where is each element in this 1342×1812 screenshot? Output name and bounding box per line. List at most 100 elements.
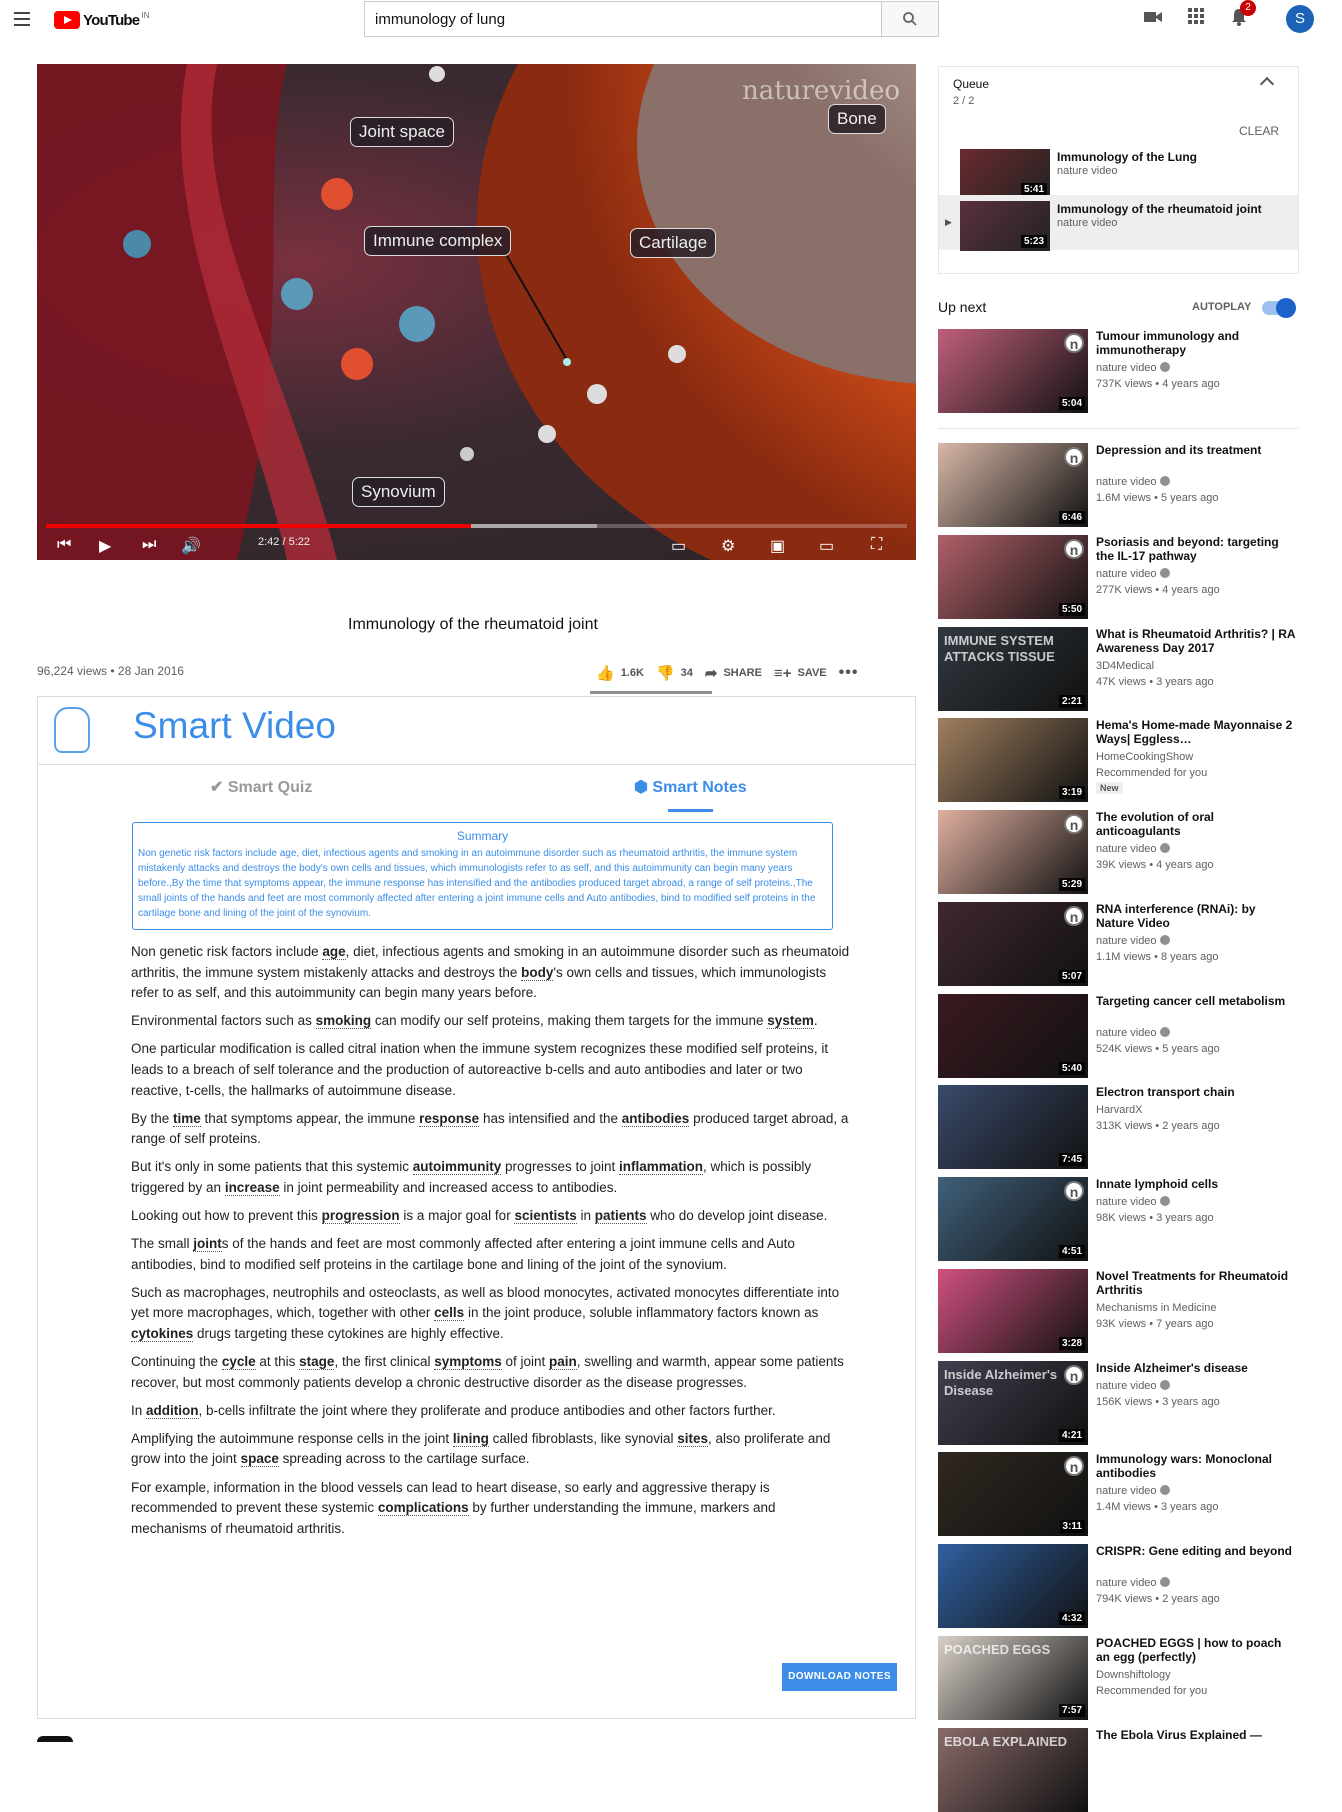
- note-keyword[interactable]: joint: [193, 1236, 222, 1253]
- recommended-video[interactable]: 3:28 Novel Treatments for Rheumatoid Arth…: [938, 1269, 1299, 1353]
- channel-avatar[interactable]: [37, 1736, 73, 1742]
- video-thumbnail[interactable]: Inside Alzheimer's Disease n 4:21: [938, 1361, 1088, 1445]
- recommended-video[interactable]: n 5:29 The evolution of oral anticoagulant…: [938, 810, 1299, 894]
- recommended-video[interactable]: n 5:50 Psoriasis and beyond: targeting the…: [938, 535, 1299, 619]
- note-keyword[interactable]: space: [240, 1451, 279, 1468]
- youtube-logo[interactable]: YouTube IN: [54, 10, 149, 30]
- recommended-video[interactable]: IMMUNE SYSTEM ATTACKS TISSUE 2:21 What is …: [938, 627, 1299, 711]
- video-thumbnail[interactable]: n 6:46: [938, 443, 1088, 527]
- volume-icon[interactable]: 🔊: [181, 536, 201, 556]
- note-keyword[interactable]: cells: [434, 1305, 465, 1322]
- channel-name[interactable]: HomeCookingShow: [1096, 751, 1193, 763]
- more-actions-button[interactable]: •••: [839, 664, 859, 682]
- channel-name[interactable]: Downshiftology: [1096, 1669, 1171, 1681]
- note-keyword[interactable]: inflammation: [619, 1159, 704, 1176]
- theater-mode-icon[interactable]: ▭: [819, 536, 834, 556]
- video-thumbnail[interactable]: n 5:29: [938, 810, 1088, 894]
- apps-grid-icon[interactable]: [1185, 8, 1207, 30]
- video-thumbnail[interactable]: n 5:04: [938, 329, 1088, 413]
- video-title[interactable]: The Ebola Virus Explained —: [1096, 1728, 1296, 1742]
- video-thumbnail[interactable]: 5:40: [938, 994, 1088, 1078]
- recommended-video[interactable]: EBOLA EXPLAINED The Ebola Virus Explained…: [938, 1728, 1299, 1812]
- note-keyword[interactable]: progression: [321, 1208, 400, 1225]
- video-title[interactable]: The evolution of oral anticoagulants: [1096, 810, 1296, 838]
- video-title[interactable]: POACHED EGGS | how to poach an egg (perf…: [1096, 1636, 1296, 1664]
- video-thumbnail[interactable]: n 3:11: [938, 1452, 1088, 1536]
- queue-item[interactable]: 5:41 Immunology of the Lung nature video: [939, 143, 1298, 199]
- note-keyword[interactable]: patients: [594, 1208, 647, 1225]
- video-title[interactable]: Depression and its treatment: [1096, 443, 1296, 457]
- video-thumbnail[interactable]: 4:32: [938, 1544, 1088, 1628]
- recommended-video[interactable]: 4:32 CRISPR: Gene editing and beyond natur…: [938, 1544, 1299, 1628]
- note-keyword[interactable]: complications: [377, 1500, 469, 1517]
- recommended-video[interactable]: n 3:11 Immunology wars: Monoclonal antibod…: [938, 1452, 1299, 1536]
- video-thumbnail[interactable]: n 5:07: [938, 902, 1088, 986]
- video-title[interactable]: Psoriasis and beyond: targeting the IL-1…: [1096, 535, 1296, 563]
- note-keyword[interactable]: time: [173, 1110, 201, 1127]
- play-icon[interactable]: ▶: [99, 536, 111, 556]
- channel-name[interactable]: nature video: [1096, 568, 1170, 580]
- video-title[interactable]: Hema's Home-made Mayonnaise 2 Ways| Eggl…: [1096, 718, 1296, 746]
- video-title[interactable]: Tumour immunology and immunotherapy: [1096, 329, 1296, 357]
- account-avatar[interactable]: S: [1286, 5, 1314, 33]
- video-title[interactable]: Electron transport chain: [1096, 1085, 1296, 1099]
- note-keyword[interactable]: addition: [146, 1402, 199, 1419]
- channel-name[interactable]: nature video: [1096, 843, 1170, 855]
- video-title[interactable]: CRISPR: Gene editing and beyond: [1096, 1544, 1296, 1558]
- queue-item[interactable]: ▶ 5:23 Immunology of the rheumatoid joint n…: [939, 195, 1298, 251]
- video-title[interactable]: What is Rheumatoid Arthritis? | RA Aware…: [1096, 627, 1296, 655]
- download-notes-button[interactable]: DOWNLOAD NOTES: [782, 1663, 897, 1691]
- settings-gear-icon[interactable]: ⚙: [721, 536, 735, 556]
- note-keyword[interactable]: stage: [299, 1354, 335, 1371]
- recommended-video[interactable]: 3:19 Hema's Home-made Mayonnaise 2 Ways| …: [938, 718, 1299, 802]
- fullscreen-icon[interactable]: ⛶: [871, 536, 882, 554]
- video-thumbnail[interactable]: 3:19: [938, 718, 1088, 802]
- video-thumbnail[interactable]: 7:45: [938, 1085, 1088, 1169]
- note-keyword[interactable]: lining: [452, 1430, 489, 1447]
- note-keyword[interactable]: cytokines: [131, 1326, 194, 1342]
- channel-name[interactable]: nature video: [1096, 1027, 1170, 1039]
- video-title[interactable]: Targeting cancer cell metabolism: [1096, 994, 1296, 1008]
- note-keyword[interactable]: antibodies: [621, 1110, 690, 1127]
- recommended-video[interactable]: Inside Alzheimer's Disease n 4:21 Inside Al…: [938, 1361, 1299, 1445]
- video-thumbnail[interactable]: POACHED EGGS 7:57: [938, 1636, 1088, 1720]
- video-title[interactable]: RNA interference (RNAi): by Nature Video: [1096, 902, 1296, 930]
- channel-name[interactable]: Mechanisms in Medicine: [1096, 1302, 1216, 1314]
- search-input[interactable]: immunology of lung: [364, 1, 882, 37]
- channel-name[interactable]: nature video: [1096, 935, 1170, 947]
- channel-name[interactable]: HarvardX: [1096, 1104, 1142, 1116]
- channel-name[interactable]: nature video: [1096, 1577, 1170, 1589]
- recommended-video[interactable]: POACHED EGGS 7:57 POACHED EGGS | how to po…: [938, 1636, 1299, 1720]
- note-keyword[interactable]: cycle: [221, 1354, 256, 1371]
- note-keyword[interactable]: pain: [549, 1354, 577, 1371]
- autoplay-toggle-knob[interactable]: [1276, 298, 1296, 318]
- note-keyword[interactable]: smoking: [315, 1013, 372, 1030]
- video-title[interactable]: Immunology wars: Monoclonal antibodies: [1096, 1452, 1296, 1480]
- channel-name[interactable]: 3D4Medical: [1096, 660, 1154, 672]
- channel-name[interactable]: nature video: [1096, 476, 1170, 488]
- queue-clear-button[interactable]: CLEAR: [1239, 124, 1279, 138]
- note-keyword[interactable]: body: [521, 964, 554, 981]
- channel-name[interactable]: nature video: [1096, 1485, 1170, 1497]
- channel-name[interactable]: nature video: [1096, 362, 1170, 374]
- video-thumbnail[interactable]: 3:28: [938, 1269, 1088, 1353]
- tab-smart-notes[interactable]: ⬢ Smart Notes: [634, 777, 747, 797]
- recommended-video[interactable]: 7:45 Electron transport chain HarvardX 313K…: [938, 1085, 1299, 1169]
- video-thumbnail[interactable]: n 4:51: [938, 1177, 1088, 1261]
- miniplayer-icon[interactable]: ▣: [770, 536, 785, 556]
- note-keyword[interactable]: autoimmunity: [412, 1159, 502, 1176]
- note-keyword[interactable]: increase: [224, 1179, 280, 1196]
- recommended-video[interactable]: n 5:07 RNA interference (RNAi): by Nature …: [938, 902, 1299, 986]
- subtitles-icon[interactable]: ▭: [671, 536, 686, 556]
- collapse-chevron-icon[interactable]: [1259, 76, 1275, 92]
- previous-icon[interactable]: ⏮: [57, 536, 71, 554]
- like-button[interactable]: 👍 1.6K: [596, 664, 644, 682]
- video-thumbnail[interactable]: IMMUNE SYSTEM ATTACKS TISSUE 2:21: [938, 627, 1088, 711]
- channel-name[interactable]: nature video: [1096, 1196, 1170, 1208]
- video-thumbnail[interactable]: EBOLA EXPLAINED: [938, 1728, 1088, 1812]
- recommended-video[interactable]: n 5:04 Tumour immunology and immunotherapy…: [938, 329, 1299, 413]
- next-icon[interactable]: ⏭: [142, 536, 156, 554]
- note-keyword[interactable]: symptoms: [434, 1354, 502, 1371]
- create-video-icon[interactable]: [1142, 8, 1164, 30]
- recommended-video[interactable]: n 4:51 Innate lymphoid cells nature video 98…: [938, 1177, 1299, 1261]
